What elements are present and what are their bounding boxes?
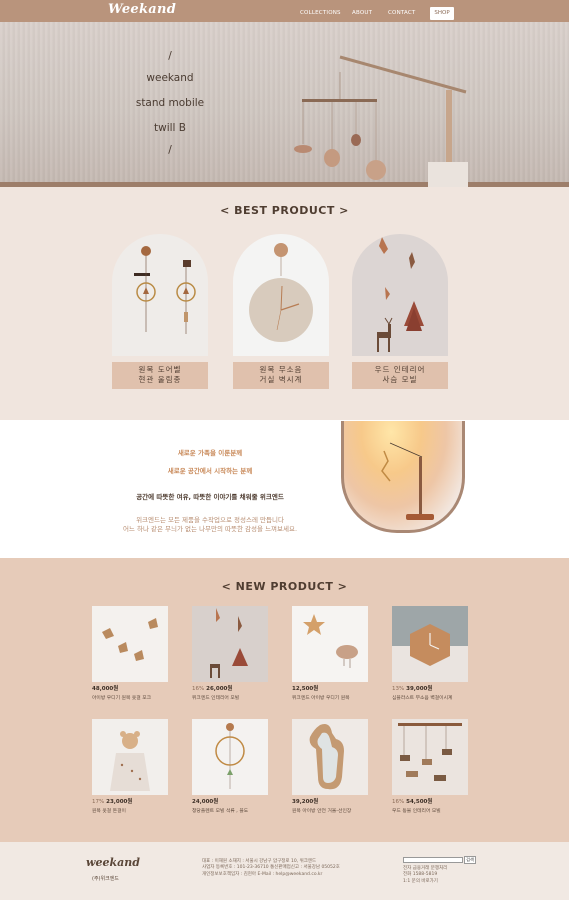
product-thumbnail[interactable] <box>292 606 368 682</box>
product-item[interactable]: 12,500원 위크엔드 아이방 우디기 원목 <box>292 606 372 701</box>
product-name: 원목 아이방 안전 거울-선인장 <box>292 809 352 814</box>
product-item[interactable]: 48,000원 아이방 우디기 원목 옷걸 포크 <box>92 606 172 701</box>
product-price: 39,000원 <box>406 686 433 692</box>
shop-button[interactable]: SHOP <box>430 7 454 20</box>
brand-logo[interactable]: Weekand <box>108 2 176 17</box>
footer-info: 대표 : 이해원 소재지 : 서울시 강남구 압구정로 10, 위크엔드 사업자… <box>202 859 340 877</box>
product-price: 23,000원 <box>106 799 133 805</box>
story-headline: 공간에 따뜻한 여유, 따뜻한 이야기를 채워줄 위크엔드 <box>136 493 284 501</box>
product-thumbnail[interactable] <box>392 719 468 795</box>
product-thumbnail[interactable] <box>192 719 268 795</box>
hero-line: twill B <box>154 122 186 134</box>
best-product-card[interactable]: 우드 인테리어 사슴 모빌 <box>352 234 448 389</box>
story-image <box>341 421 465 533</box>
product-thumbnail[interactable] <box>392 606 468 682</box>
product-image[interactable] <box>112 234 208 356</box>
footer: weekand (주)위크엔드 대표 : 이해원 소재지 : 서울시 강남구 압… <box>0 842 569 900</box>
best-product-card[interactable]: 원목 무소음 거실 벽시계 <box>233 234 329 389</box>
story-line: 새로운 공간에서 시작하는 분께 <box>167 467 253 475</box>
inquiry-link[interactable]: 1:1 문의 바로가기 <box>403 879 447 885</box>
product-thumbnail[interactable] <box>192 606 268 682</box>
product-thumbnail[interactable] <box>92 606 168 682</box>
product-thumbnail[interactable] <box>92 719 168 795</box>
hero-line: / <box>168 50 172 62</box>
brand-story-section: 새로운 가족을 이룬분께 새로운 공간에서 시작하는 분께 공간에 따뜻한 여유… <box>0 420 569 558</box>
product-item[interactable]: 13% 39,000원 심플라스트 무소음 벽걸이시계 <box>392 606 472 701</box>
footer-company: (주)위크엔드 <box>92 876 119 882</box>
product-price: 12,500원 <box>292 686 319 692</box>
product-price: 39,200원 <box>292 799 319 805</box>
stand-mobile-image <box>294 55 468 187</box>
footer-search-button[interactable]: 검색 <box>464 856 476 864</box>
best-product-title: < BEST PRODUCT > <box>220 204 349 217</box>
product-name: 심플라스트 무소음 벽걸이시계 <box>392 696 453 701</box>
story-line: 어느 하나 같은 무늬가 없는 나무만의 따뜻한 감성을 느껴보세요. <box>122 525 298 533</box>
new-product-title: < NEW PRODUCT > <box>221 580 348 593</box>
product-name: 아이방 우디기 원목 옷걸 포크 <box>92 696 152 701</box>
product-thumbnail[interactable] <box>292 719 368 795</box>
footer-logo[interactable]: weekand <box>86 856 140 869</box>
best-product-label[interactable]: 원목 도어벨 현관 울림종 <box>112 362 208 389</box>
hero-line: weekand <box>146 72 194 84</box>
product-name: 위크엔드 아이방 우디기 원목 <box>292 696 350 701</box>
footer-search-input[interactable] <box>403 857 463 863</box>
nav-about-link[interactable]: ABOUT <box>352 10 372 16</box>
hero-banner: / weekand stand mobile twill B / <box>0 22 569 187</box>
product-item[interactable]: 24,000원 청당플렌트 모빌 석류 , 블도 <box>192 719 272 814</box>
product-item[interactable]: 16% 54,500원 우드 동물 인테리어 모빌 <box>392 719 472 814</box>
best-product-card[interactable]: 원목 도어벨 현관 울림종 <box>112 234 208 389</box>
product-price: 26,000원 <box>206 686 233 692</box>
hero-line: / <box>168 144 172 156</box>
nav-contact-link[interactable]: CONTACT <box>388 10 415 16</box>
product-item[interactable]: 16% 26,000원 위크엔드 인테리어 모빌 <box>192 606 272 701</box>
product-name: 원목 옷걸 돈걸이 <box>92 809 126 814</box>
product-name: 청당플렌트 모빌 석류 , 블도 <box>192 809 249 814</box>
best-product-section: < BEST PRODUCT > 원목 도어벨 현관 울림종 원목 무소음 거실… <box>0 187 569 420</box>
product-item[interactable]: 17% 23,000원 원목 옷걸 돈걸이 <box>92 719 172 814</box>
product-name: 우드 동물 인테리어 모빌 <box>392 809 441 814</box>
product-name: 위크엔드 인테리어 모빌 <box>192 696 240 701</box>
best-product-label[interactable]: 우드 인테리어 사슴 모빌 <box>352 362 448 389</box>
product-price: 48,000원 <box>92 686 119 692</box>
top-nav: Weekand COLLECTIONS ABOUT CONTACT SHOP <box>0 0 569 22</box>
product-price: 54,500원 <box>406 799 433 805</box>
product-price: 24,000원 <box>192 799 219 805</box>
nav-collections-link[interactable]: COLLECTIONS <box>300 10 341 16</box>
hero-line: stand mobile <box>135 97 205 109</box>
story-line: 새로운 가족을 이룬분께 <box>177 449 243 457</box>
product-image[interactable] <box>352 234 448 356</box>
best-product-label[interactable]: 원목 무소음 거실 벽시계 <box>233 362 329 389</box>
footer-contact: 전자 금융거래 분쟁처리 전화 1588-5819 1:1 문의 바로가기 <box>403 866 448 885</box>
new-product-section: < NEW PRODUCT > 48,000원 아이방 우디기 원목 옷걸 포크 <box>0 558 569 842</box>
product-image[interactable] <box>233 234 329 356</box>
product-item[interactable]: 39,200원 원목 아이방 안전 거울-선인장 <box>292 719 372 814</box>
